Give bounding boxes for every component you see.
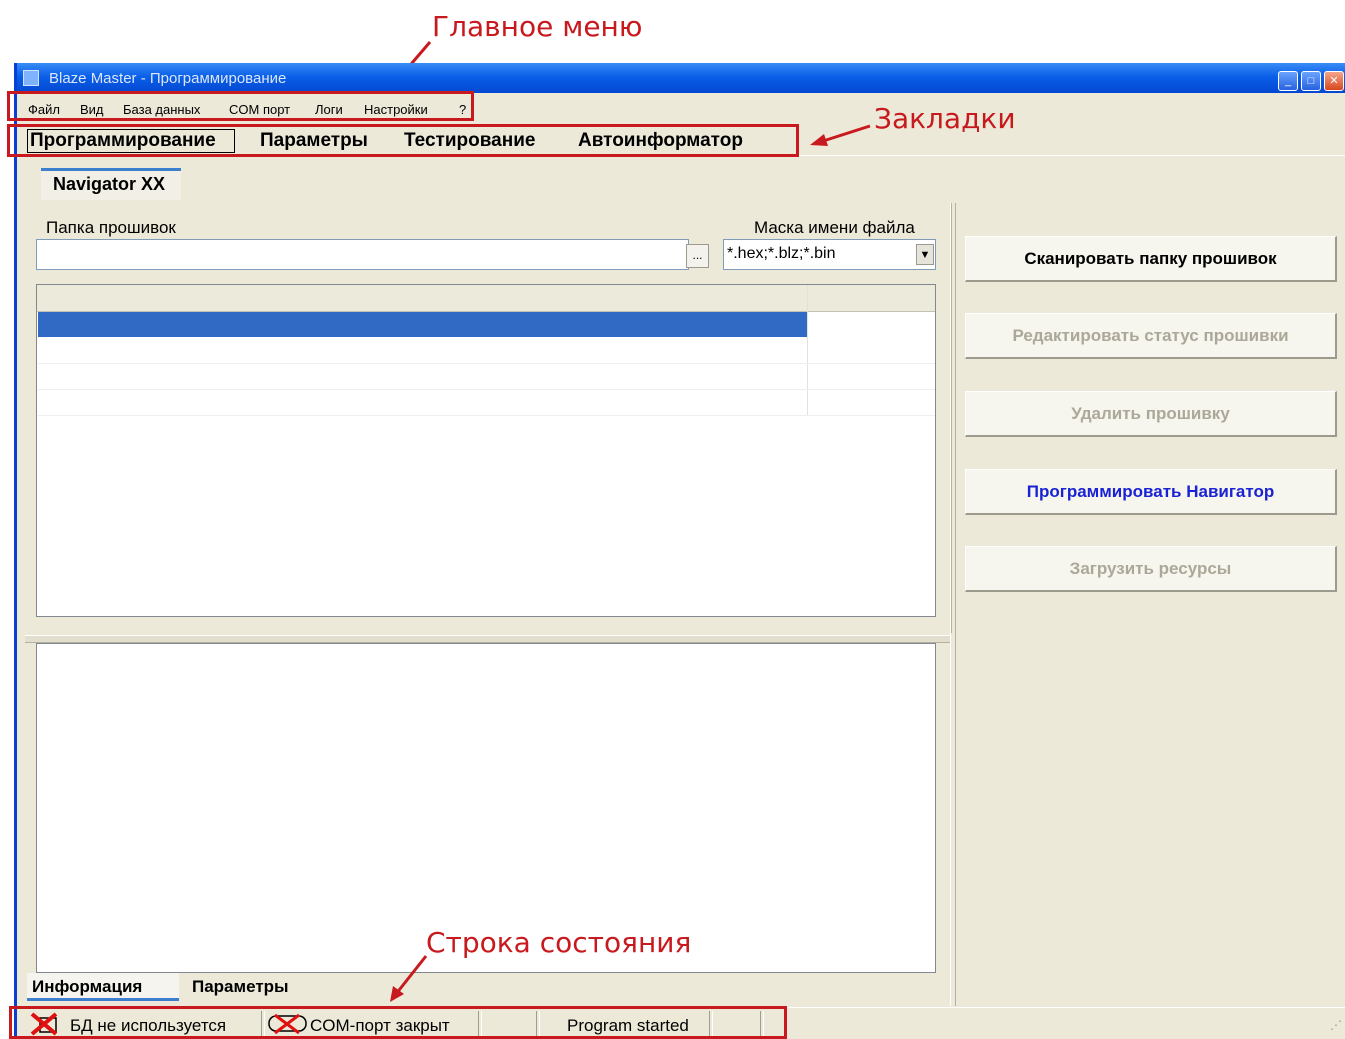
annotation-arrow-status: [390, 955, 428, 1002]
firmware-table[interactable]: [36, 284, 936, 617]
firmware-folder-label: Папка прошивок: [46, 218, 176, 237]
highlight-status-bar: [9, 1006, 787, 1039]
firmware-folder-input[interactable]: [36, 239, 689, 270]
splitter[interactable]: [25, 635, 950, 643]
delete-firmware-button[interactable]: Удалить прошивку: [965, 391, 1337, 437]
annotation-arrow-tabs: [810, 124, 871, 146]
chevron-down-icon[interactable]: ▼: [916, 244, 934, 265]
table-row-selected[interactable]: [38, 312, 807, 337]
table-row[interactable]: [38, 363, 935, 390]
app-icon: [23, 70, 39, 86]
highlight-tabs: [7, 124, 799, 157]
bottom-tab-info[interactable]: Информация: [32, 977, 142, 997]
highlight-main-menu: [7, 91, 474, 121]
load-resources-button[interactable]: Загрузить ресурсы: [965, 546, 1337, 592]
table-header: [37, 285, 935, 312]
minimize-icon[interactable]: _: [1278, 71, 1298, 91]
file-mask-label: Маска имени файла: [754, 218, 915, 237]
annotation-status-bar: Строка состояния: [426, 926, 692, 959]
title-bar[interactable]: Blaze Master - Программирование _ □ ✕: [17, 63, 1345, 93]
annotation-main-menu: Главное меню: [432, 10, 643, 43]
app-window: Blaze Master - Программирование _ □ ✕ Фа…: [14, 63, 1345, 1039]
subtab-navigator[interactable]: Navigator XX: [53, 174, 165, 195]
program-navigator-button[interactable]: Программировать Навигатор: [965, 469, 1337, 515]
file-mask-value: *.hex;*.blz;*.bin: [727, 245, 836, 262]
table-row[interactable]: [38, 389, 935, 416]
edit-status-button[interactable]: Редактировать статус прошивки: [965, 313, 1337, 359]
file-mask-select[interactable]: *.hex;*.blz;*.bin ▼: [723, 239, 936, 270]
scan-folder-button[interactable]: Сканировать папку прошивок: [965, 236, 1337, 282]
close-icon[interactable]: ✕: [1324, 71, 1344, 91]
annotation-tabs: Закладки: [874, 102, 1016, 135]
maximize-icon[interactable]: □: [1301, 71, 1321, 91]
size-grip-icon[interactable]: ⋰: [1330, 1018, 1342, 1032]
browse-label: ...: [692, 248, 703, 262]
table-row[interactable]: [38, 337, 935, 364]
window-title: Blaze Master - Программирование: [49, 70, 287, 87]
bottom-tab-parameters[interactable]: Параметры: [192, 977, 289, 997]
right-panel-separator: [950, 203, 956, 1006]
info-text-area[interactable]: [36, 643, 936, 973]
browse-button[interactable]: ...: [686, 244, 709, 268]
